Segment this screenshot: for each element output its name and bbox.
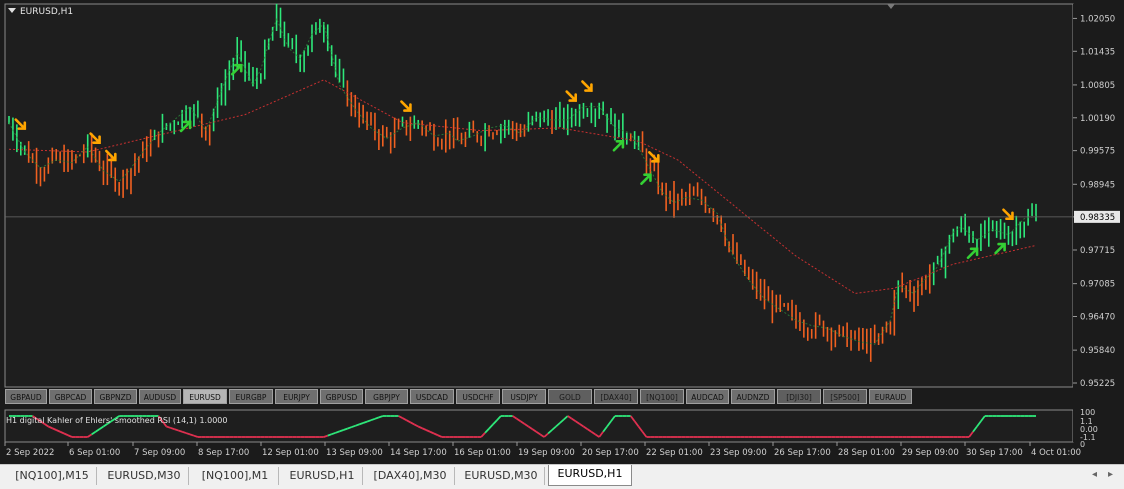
price-tick-label: 0.98945: [1080, 180, 1115, 190]
time-tick-label: 6 Sep 01:00: [69, 448, 120, 458]
symbol-button-sp500[interactable]: [SP500]: [823, 389, 867, 404]
indicator-segment: [177, 429, 183, 433]
indicator-segment: [185, 432, 191, 436]
time-tick-label: 13 Sep 09:00: [326, 448, 383, 458]
price-tick-label: 0.97085: [1080, 280, 1115, 290]
indicator-segment: [170, 426, 175, 430]
symbol-button-eurjpy[interactable]: EURJPY: [275, 389, 318, 404]
dropdown-triangle-icon[interactable]: [8, 8, 16, 13]
price-tick-label: 0.95225: [1080, 379, 1115, 389]
axis-background: [1073, 4, 1121, 442]
price-tick-label: 0.96470: [1080, 312, 1115, 322]
chart-window: 1.02050 1.01435 1.00805 1.00190 0.99575 0.989…: [0, 0, 1124, 489]
price-tick-label: 0.99575: [1080, 147, 1115, 157]
chart-title-text: EURUSD,H1: [20, 7, 74, 17]
chart-tab-6[interactable]: EURUSD,H1: [548, 465, 632, 486]
time-tick-label: 8 Sep 17:00: [198, 448, 249, 458]
symbol-button-eurusd[interactable]: EURUSD: [183, 389, 227, 404]
time-tick-label: 12 Sep 01:00: [262, 448, 319, 458]
symbol-button-audcad[interactable]: AUDCAD: [686, 389, 729, 404]
indicator-segment: [173, 428, 179, 432]
scroll-right-icon[interactable]: ▸: [1108, 469, 1113, 480]
chart-tab-4[interactable]: [DAX40],M30: [366, 467, 455, 485]
indicator-tick-label: 100: [1080, 408, 1095, 417]
scroll-left-icon[interactable]: ◂: [1092, 469, 1097, 480]
time-tick-label: 19 Sep 09:00: [518, 448, 575, 458]
time-tick-label: 23 Sep 09:00: [710, 448, 767, 458]
chart-tab-2[interactable]: [NQ100],M1: [192, 467, 279, 485]
time-tick-label: 30 Sep 17:00: [966, 448, 1023, 458]
current-price-label: 0.98335: [1080, 213, 1115, 223]
time-tick-label: 7 Sep 09:00: [134, 448, 185, 458]
symbol-button-gbpnzd[interactable]: GBPNZD: [94, 389, 137, 404]
symbol-button-gbpjpy[interactable]: GBPJPY: [365, 389, 408, 404]
time-tick-label: 4 Oct 01:00: [1031, 448, 1081, 458]
indicator-segment: [166, 425, 171, 429]
price-tick-label: 1.00805: [1080, 81, 1115, 91]
symbol-button-dax40[interactable]: [DAX40]: [594, 389, 638, 404]
time-tick-label: 29 Sep 09:00: [902, 448, 959, 458]
time-tick-label: 2 Sep 2022: [6, 448, 54, 458]
time-tick-label: 16 Sep 01:00: [454, 448, 511, 458]
symbol-button-audusd[interactable]: AUDUSD: [139, 389, 181, 404]
price-tick-label: 0.97715: [1080, 246, 1115, 256]
indicator-label: H1 digital Kahler of Ehlers' smoothed RS…: [6, 416, 228, 425]
time-tick-label: 20 Sep 17:00: [582, 448, 639, 458]
price-tick-label: 0.95840: [1080, 346, 1115, 356]
time-tick-label: 26 Sep 17:00: [774, 448, 831, 458]
indicator-segment: [189, 433, 195, 437]
symbol-button-eurgbp[interactable]: EURGBP: [229, 389, 273, 404]
chart-tab-bar: [NQ100],M15 EURUSD,M30 [NQ100],M1 EURUSD,H1…: [0, 464, 1124, 489]
symbol-button-usdjpy[interactable]: USDJPY: [502, 389, 546, 404]
symbol-button-gbpcad[interactable]: GBPCAD: [49, 389, 92, 404]
indicator-segment: [193, 434, 199, 438]
symbol-button-gbpusd[interactable]: GBPUSD: [320, 389, 363, 404]
symbol-button-dji30[interactable]: [DJI30]: [777, 389, 821, 404]
chart-tab-5[interactable]: EURUSD,M30: [458, 467, 545, 485]
chart-title[interactable]: EURUSD,H1: [8, 7, 73, 17]
chart-tab-0[interactable]: [NQ100],M15: [8, 467, 97, 485]
time-axis: 2 Sep 2022 6 Sep 01:00 7 Sep 09:00 8 Sep 17…: [4, 442, 1081, 458]
symbol-button-euraud[interactable]: EURAUD: [869, 389, 912, 404]
symbol-button-audnzd[interactable]: AUDNZD: [731, 389, 775, 404]
price-tick-label: 1.02050: [1080, 14, 1115, 24]
time-tick-label: 22 Sep 01:00: [646, 448, 703, 458]
chart-tab-1[interactable]: EURUSD,M30: [100, 467, 189, 485]
time-tick-label: 28 Sep 01:00: [838, 448, 895, 458]
price-tick-label: 1.00190: [1080, 114, 1115, 124]
symbol-button-nq100[interactable]: [NQ100]: [640, 389, 684, 404]
chart-tab-3[interactable]: EURUSD,H1: [282, 467, 363, 485]
symbol-button-usdcad[interactable]: USDCAD: [410, 389, 454, 404]
price-tick-label: 1.01435: [1080, 47, 1115, 57]
time-tick-label: 14 Sep 17:00: [390, 448, 447, 458]
price-plot-area: [4, 3, 1074, 388]
symbol-button-usdchf[interactable]: USDCHF: [456, 389, 500, 404]
indicator-segment: [181, 430, 187, 434]
symbol-button-bar: GBPAUD GBPCAD GBPNZD AUDUSD EURUSD EURGBP EURJ…: [5, 389, 1075, 406]
symbol-button-gbpaud[interactable]: GBPAUD: [5, 389, 47, 404]
symbol-button-gold[interactable]: GOLD: [548, 389, 592, 404]
